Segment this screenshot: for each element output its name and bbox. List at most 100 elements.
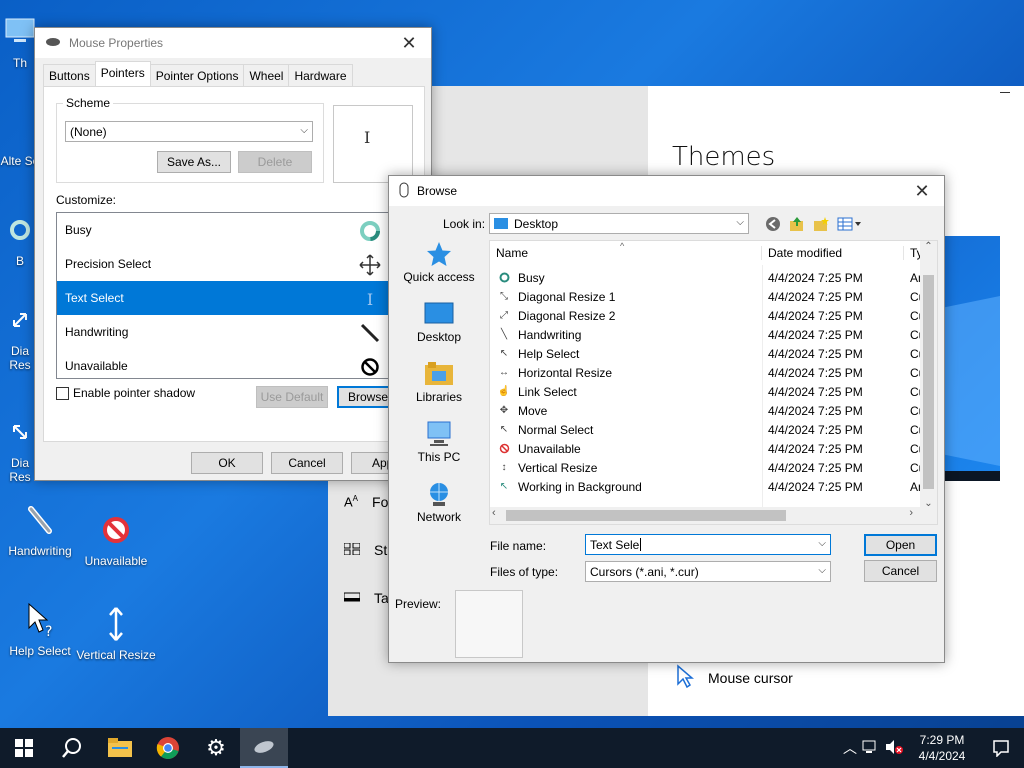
list-item-selected[interactable]: Text Select I (57, 281, 401, 315)
busy-icon (359, 220, 381, 242)
scroll-up-icon[interactable]: ⌃ (920, 241, 937, 252)
mouse-cursor-link[interactable]: Mouse cursor (676, 664, 793, 691)
tab-pointer-options[interactable]: Pointer Options (149, 64, 245, 86)
table-row[interactable]: ⤢ Diagonal Resize 2 4/4/2024 7:25 PM Cu (490, 306, 937, 325)
minimize-icon[interactable] (1000, 92, 1010, 93)
table-row[interactable]: ✥ Move 4/4/2024 7:25 PM Cu (490, 401, 937, 420)
files-of-type-select[interactable]: Cursors (*.ani, *.cur) ⌵ (585, 561, 831, 582)
list-item[interactable]: Precision Select (57, 247, 401, 281)
table-row[interactable]: ↖ Normal Select 4/4/2024 7:25 PM Cu (490, 420, 937, 439)
help-select-icon: ? (20, 600, 60, 640)
network-status-icon[interactable] (862, 740, 884, 757)
table-row[interactable]: ↕ Vertical Resize 4/4/2024 7:25 PM Cu (490, 458, 937, 477)
sort-arrow-icon: ^ (620, 241, 625, 251)
ok-button[interactable]: OK (191, 452, 263, 474)
column-name[interactable]: Name (490, 246, 762, 260)
pointer-preview: I (333, 105, 413, 183)
delete-button[interactable]: Delete (238, 151, 312, 173)
look-in-select[interactable]: Desktop ⌵ (489, 213, 749, 234)
tab-wheel[interactable]: Wheel (243, 64, 290, 86)
file-name-input[interactable]: Text Sele ⌵ (585, 534, 831, 555)
enable-shadow-checkbox[interactable]: Enable pointer shadow (56, 386, 195, 400)
place-label: Network (416, 510, 461, 524)
place-libraries[interactable]: Libraries (397, 360, 481, 408)
scrollbar-thumb[interactable] (923, 275, 934, 489)
cancel-button[interactable]: Cancel (864, 560, 937, 582)
table-row[interactable]: ⤡ Diagonal Resize 1 4/4/2024 7:25 PM Cu (490, 287, 937, 306)
tab-buttons[interactable]: Buttons (43, 64, 96, 86)
place-label: Desktop (416, 330, 462, 344)
chrome-button[interactable] (144, 728, 192, 768)
desktop-icon-help-select[interactable]: ? Help Select (0, 600, 80, 658)
horizontal-scrollbar[interactable]: ‹ › (490, 507, 937, 524)
file-list[interactable]: Name Date modified Ty ^ Busy 4/4/2024 7:… (489, 240, 938, 525)
desktop-icon-label: Th (12, 56, 27, 70)
settings-button[interactable]: ⚙ (192, 728, 240, 768)
desktop-icon-label: Vertical Resize (76, 648, 156, 662)
scroll-right-icon[interactable]: › (909, 507, 913, 519)
close-icon[interactable]: ✕ (900, 176, 944, 206)
tab-hardware[interactable]: Hardware (288, 64, 353, 86)
table-row[interactable]: ↖ Working in Background 4/4/2024 7:25 PM … (490, 477, 937, 496)
list-item[interactable]: Handwriting (57, 315, 401, 349)
scrollbar-thumb[interactable] (506, 510, 786, 521)
desktop-icon-handwriting[interactable]: Handwriting (0, 500, 80, 558)
horizontal-resize-icon: ↔ (499, 367, 509, 378)
svg-text:?: ? (45, 624, 52, 638)
new-folder-icon[interactable] (813, 216, 829, 235)
place-this-pc[interactable]: This PC (397, 420, 481, 468)
volume-muted-icon[interactable] (884, 739, 906, 758)
table-row[interactable]: ☝ Link Select 4/4/2024 7:25 PM Cu (490, 382, 937, 401)
back-icon[interactable] (765, 216, 781, 235)
enable-shadow-label: Enable pointer shadow (73, 386, 196, 400)
notification-icon[interactable] (978, 739, 1024, 757)
table-row[interactable]: ↔ Horizontal Resize 4/4/2024 7:25 PM Cu (490, 363, 937, 382)
table-row[interactable]: ╲ Handwriting 4/4/2024 7:25 PM Cu (490, 325, 937, 344)
place-quick-access[interactable]: Quick access (397, 240, 481, 288)
desktop-icon-unavailable[interactable]: Unavailable (76, 510, 156, 568)
vertical-scrollbar[interactable]: ⌃ ⌄ (920, 241, 937, 509)
text-caret (640, 538, 642, 551)
network-icon (423, 480, 455, 508)
cancel-button[interactable]: Cancel (271, 452, 343, 474)
up-folder-icon[interactable] (789, 216, 805, 235)
nav-taskbar[interactable]: Ta (343, 590, 389, 606)
save-as-button[interactable]: Save As... (157, 151, 231, 173)
folder-icon (108, 738, 132, 757)
file-list-header: Name Date modified Ty (490, 241, 937, 265)
table-row[interactable]: Busy 4/4/2024 7:25 PM An (490, 268, 937, 287)
clock[interactable]: 7:29 PM 4/4/2024 (906, 732, 978, 764)
preview-box (455, 590, 523, 658)
scroll-left-icon[interactable]: ‹ (492, 507, 496, 519)
nav-start[interactable]: St (343, 542, 387, 558)
table-row[interactable]: Unavailable 4/4/2024 7:25 PM Cu (490, 439, 937, 458)
place-network[interactable]: Network (397, 480, 481, 528)
file-name: Busy (518, 270, 545, 285)
scheme-select[interactable]: (None) ⌵ (65, 121, 313, 142)
use-default-button[interactable]: Use Default (256, 386, 328, 408)
file-date: 4/4/2024 7:25 PM (768, 460, 863, 475)
titlebar: Mouse Properties ✕ (35, 28, 431, 58)
desktop-icon-vertical-resize[interactable]: Vertical Resize (76, 604, 156, 662)
tab-pointers[interactable]: Pointers (94, 61, 151, 86)
close-icon[interactable]: ✕ (387, 28, 431, 58)
checkbox-icon[interactable] (56, 386, 69, 400)
mouse-properties-taskbar-button[interactable] (240, 728, 288, 768)
chevron-up-icon[interactable]: ︿ (838, 738, 862, 758)
list-item[interactable]: Busy (57, 213, 401, 247)
view-menu-icon[interactable] (837, 216, 861, 235)
open-button[interactable]: Open (864, 534, 937, 556)
file-name-label: File name: (490, 539, 547, 553)
place-desktop[interactable]: Desktop (397, 300, 481, 348)
column-date-modified[interactable]: Date modified (762, 246, 904, 260)
scheme-value: (None) (70, 124, 107, 139)
list-item[interactable]: Unavailable (57, 349, 401, 378)
cursor-list[interactable]: Busy Precision Select Text Select I Hand… (56, 212, 402, 379)
text-select-icon: I (364, 128, 371, 147)
chevron-down-icon: ⌵ (736, 217, 744, 228)
start-button[interactable] (0, 728, 48, 768)
search-button[interactable] (48, 728, 96, 768)
file-explorer-button[interactable] (96, 728, 144, 768)
nav-fonts[interactable]: AA Fo (344, 494, 388, 510)
table-row[interactable]: ↖ Help Select 4/4/2024 7:25 PM Cu (490, 344, 937, 363)
